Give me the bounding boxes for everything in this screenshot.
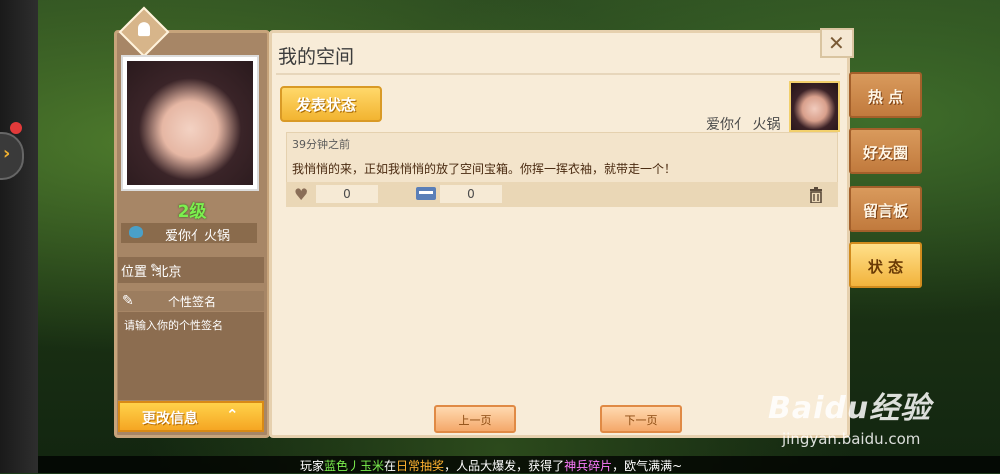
signature-label: 个性签名	[168, 295, 217, 309]
tab-friends[interactable]: 好友圈	[849, 128, 922, 174]
signature-input[interactable]: 请输入你的个性签名	[118, 312, 264, 400]
baidu-watermark-url: jingyan.baidu.com	[782, 430, 921, 448]
comment-count: 0	[440, 185, 502, 203]
owner-name: 爱你亻 火锅	[706, 117, 781, 133]
next-page-button[interactable]: 下一页	[600, 405, 682, 433]
notification-dot	[10, 122, 22, 134]
tab-message-board[interactable]: 留言板	[849, 186, 922, 232]
chevron-right-icon: ›	[3, 143, 11, 164]
prev-page-label: 上一页	[458, 414, 492, 427]
left-edge-bar	[0, 0, 38, 473]
change-info-label: 更改信息	[142, 411, 198, 427]
broadcast-text: 玩家蓝色丿玉米在日常抽奖，人品大爆发，获得了神兵碎片，欧气满满~	[300, 459, 683, 473]
owner-avatar[interactable]	[789, 81, 840, 132]
next-page-label: 下一页	[624, 414, 658, 427]
close-icon: ✕	[828, 31, 845, 55]
broadcast-bar: 玩家蓝色丿玉米在日常抽奖，人品大爆发，获得了神兵碎片，欧气满满~	[38, 456, 1000, 473]
feed-text: 我悄悄的来，正如我悄悄的放了空间宝箱。你挥一挥衣袖，就带走一个！	[292, 162, 677, 176]
post-status-button[interactable]: 发表状态	[280, 86, 382, 122]
player-name-row: 爱你亻火锅	[121, 223, 257, 244]
tab-status[interactable]: 状 态	[849, 242, 922, 288]
tab-label: 状 态	[867, 258, 904, 276]
like-count: 0	[316, 185, 378, 203]
change-info-button[interactable]: 更改信息 ⌃	[118, 401, 264, 432]
prev-page-button[interactable]: 上一页	[434, 405, 516, 433]
player-level: 2级	[177, 202, 207, 222]
edit-pen-icon[interactable]: ✎	[122, 294, 136, 308]
page-title: 我的空间	[278, 46, 355, 68]
chevron-up-icon: ⌃	[226, 406, 239, 424]
gem-icon	[129, 226, 143, 238]
avatar[interactable]	[121, 55, 259, 191]
title-divider	[276, 73, 840, 75]
tab-hot[interactable]: 热 点	[849, 72, 922, 118]
close-button[interactable]: ✕	[820, 28, 854, 58]
signature-header: ✎ 个性签名	[118, 291, 264, 311]
post-status-label: 发表状态	[296, 96, 357, 114]
tab-label: 留言板	[862, 202, 908, 220]
signature-placeholder: 请输入你的个性签名	[124, 319, 223, 332]
feed-timestamp: 39分钟之前	[292, 138, 350, 151]
player-name: 爱你亻火锅	[165, 229, 231, 244]
tab-label: 热 点	[867, 88, 904, 106]
tab-label: 好友圈	[862, 144, 908, 162]
comment-icon[interactable]	[416, 187, 436, 200]
baidu-watermark: Baidu经验	[768, 391, 932, 426]
heart-icon[interactable]: ♥	[294, 187, 308, 203]
trash-icon[interactable]	[808, 187, 824, 203]
location-row[interactable]: 位置 :北京 ✎	[118, 257, 264, 283]
edit-pen-icon[interactable]: ✎	[150, 263, 164, 277]
